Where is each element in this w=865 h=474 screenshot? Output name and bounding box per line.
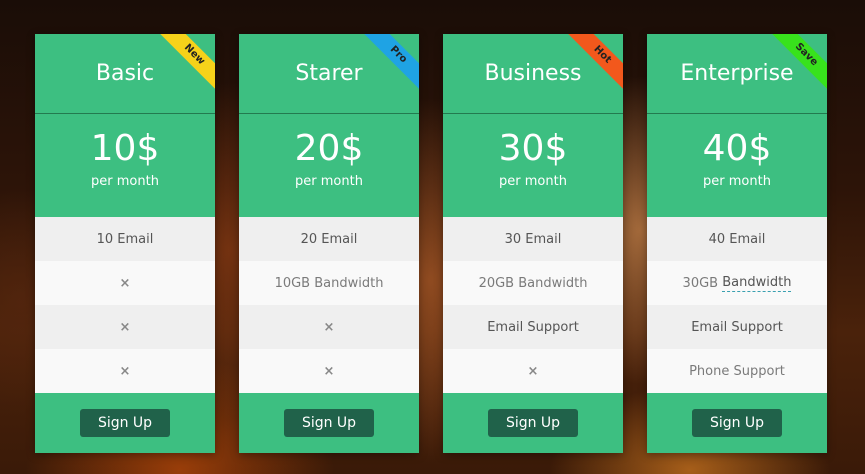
close-icon: × bbox=[323, 319, 335, 335]
price-box: 40$ per month bbox=[647, 114, 827, 217]
feature-row: × bbox=[35, 261, 215, 305]
close-icon: × bbox=[527, 363, 539, 379]
table-footer: Sign Up bbox=[35, 393, 215, 453]
feature-row: × bbox=[239, 305, 419, 349]
feature-row: Phone Support bbox=[647, 349, 827, 393]
table-footer: Sign Up bbox=[239, 393, 419, 453]
feature-row: × bbox=[239, 349, 419, 393]
feature-text: 20GB Bandwidth bbox=[478, 275, 588, 291]
feature-row: 10 Email bbox=[35, 217, 215, 261]
pricing-table-basic: New Basic 10$ per month 10 Email × × × S… bbox=[35, 34, 215, 453]
feature-row: 30GB Bandwidth bbox=[647, 261, 827, 305]
feature-text: 20 Email bbox=[300, 231, 358, 247]
feature-text: Email Support bbox=[691, 319, 783, 335]
feature-row: Email Support bbox=[443, 305, 623, 349]
close-icon: × bbox=[119, 275, 131, 291]
close-icon: × bbox=[323, 363, 335, 379]
feature-row: 20GB Bandwidth bbox=[443, 261, 623, 305]
sign-up-button[interactable]: Sign Up bbox=[283, 409, 375, 437]
feature-text: 30GB bbox=[682, 275, 719, 291]
feature-row: × bbox=[443, 349, 623, 393]
table-footer: Sign Up bbox=[647, 393, 827, 453]
price-box: 30$ per month bbox=[443, 114, 623, 217]
feature-text: 40 Email bbox=[708, 231, 766, 247]
price-period: per month bbox=[91, 174, 159, 189]
price: 40$ bbox=[702, 128, 772, 169]
price-period: per month bbox=[295, 174, 363, 189]
close-icon: × bbox=[119, 319, 131, 335]
table-footer: Sign Up bbox=[443, 393, 623, 453]
pricing-table-business: Hot Business 30$ per month 30 Email 20GB… bbox=[443, 34, 623, 453]
feature-text: 10 Email bbox=[96, 231, 154, 247]
feature-row: 20 Email bbox=[239, 217, 419, 261]
bandwidth-tooltip-link[interactable]: Bandwidth bbox=[722, 275, 792, 292]
feature-text: Email Support bbox=[487, 319, 579, 335]
price-box: 20$ per month bbox=[239, 114, 419, 217]
feature-row: 10GB Bandwidth bbox=[239, 261, 419, 305]
feature-row: Email Support bbox=[647, 305, 827, 349]
feature-text: Phone Support bbox=[689, 363, 785, 379]
price-period: per month bbox=[499, 174, 567, 189]
sign-up-button[interactable]: Sign Up bbox=[487, 409, 579, 437]
pricing-table-starer: Pro Starer 20$ per month 20 Email 10GB B… bbox=[239, 34, 419, 453]
price-period: per month bbox=[703, 174, 771, 189]
sign-up-button[interactable]: Sign Up bbox=[79, 409, 171, 437]
price: 10$ bbox=[90, 128, 160, 169]
feature-row: × bbox=[35, 305, 215, 349]
feature-row: × bbox=[35, 349, 215, 393]
feature-text: 10GB Bandwidth bbox=[274, 275, 384, 291]
price-box: 10$ per month bbox=[35, 114, 215, 217]
price: 30$ bbox=[498, 128, 568, 169]
feature-row: 30 Email bbox=[443, 217, 623, 261]
pricing-table-enterprise: Save Enterprise 40$ per month 40 Email 3… bbox=[647, 34, 827, 453]
feature-text: 30 Email bbox=[504, 231, 562, 247]
sign-up-button[interactable]: Sign Up bbox=[691, 409, 783, 437]
feature-row: 40 Email bbox=[647, 217, 827, 261]
close-icon: × bbox=[119, 363, 131, 379]
price: 20$ bbox=[294, 128, 364, 169]
